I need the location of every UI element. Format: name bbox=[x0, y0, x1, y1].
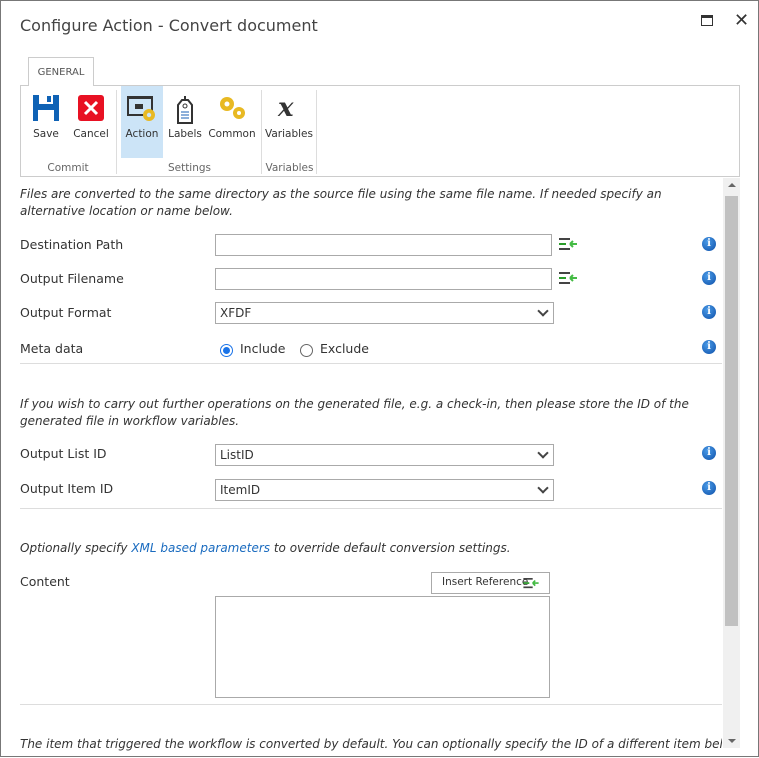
meta-data-label: Meta data bbox=[20, 341, 84, 356]
dialog-title: Configure Action - Convert document bbox=[20, 16, 318, 35]
variables-button[interactable]: x Variables bbox=[265, 86, 313, 158]
output-list-id-select[interactable]: ListID bbox=[215, 444, 554, 466]
dialog-window: Configure Action - Convert document ✕ GE… bbox=[0, 0, 759, 757]
insert-reference-button[interactable]: Insert Reference bbox=[431, 572, 550, 594]
info-icon[interactable]: i bbox=[702, 237, 716, 251]
destination-path-input[interactable] bbox=[215, 234, 552, 256]
vertical-scrollbar[interactable] bbox=[723, 178, 740, 748]
note-text: to override default conversion settings. bbox=[270, 541, 511, 555]
labels-button[interactable]: Labels bbox=[167, 86, 203, 158]
info-icon[interactable]: i bbox=[702, 340, 716, 354]
include-label: Include bbox=[240, 341, 286, 356]
info-icon[interactable]: i bbox=[702, 305, 716, 319]
info-note: The item that triggered the workflow is … bbox=[20, 737, 722, 751]
action-button[interactable]: Action bbox=[121, 86, 163, 158]
output-list-id-label: Output List ID bbox=[20, 446, 107, 461]
tag-icon bbox=[177, 96, 193, 124]
button-label: Insert Reference bbox=[442, 576, 529, 588]
insert-reference-icon bbox=[523, 578, 539, 589]
action-icon bbox=[127, 96, 155, 121]
divider bbox=[316, 90, 317, 174]
cancel-icon bbox=[78, 95, 104, 121]
destination-path-label: Destination Path bbox=[20, 237, 124, 252]
exclude-label: Exclude bbox=[320, 341, 369, 356]
ribbon: Save Cancel Commit Action Labels Common … bbox=[20, 85, 740, 177]
info-icon[interactable]: i bbox=[702, 271, 716, 285]
selected-value: ListID bbox=[220, 448, 254, 462]
output-item-id-label: Output Item ID bbox=[20, 481, 114, 496]
variable-x-icon: x bbox=[277, 95, 294, 121]
include-radio[interactable] bbox=[220, 344, 233, 357]
divider bbox=[20, 363, 722, 364]
cancel-button[interactable]: Cancel bbox=[71, 86, 111, 158]
selected-value: XFDF bbox=[220, 306, 252, 320]
save-button[interactable]: Save bbox=[27, 86, 65, 158]
common-button[interactable]: Common bbox=[208, 86, 256, 158]
scroll-up-icon[interactable] bbox=[728, 183, 736, 187]
output-format-select[interactable]: XFDF bbox=[215, 302, 554, 324]
exclude-radio[interactable] bbox=[300, 344, 313, 357]
group-commit: Commit bbox=[47, 162, 89, 174]
info-note: Files are converted to the same director… bbox=[20, 187, 662, 218]
scroll-down-icon[interactable] bbox=[728, 739, 736, 743]
note-text: Optionally specify bbox=[20, 541, 132, 555]
maximize-icon[interactable] bbox=[701, 15, 713, 26]
selected-value: ItemID bbox=[220, 483, 261, 497]
divider bbox=[20, 704, 722, 705]
output-item-id-select[interactable]: ItemID bbox=[215, 479, 554, 501]
output-filename-label: Output Filename bbox=[20, 271, 124, 286]
info-note: Optionally specify XML based parameters … bbox=[20, 540, 511, 557]
content-textarea[interactable] bbox=[215, 596, 550, 698]
group-settings: Settings bbox=[167, 162, 212, 174]
gears-icon bbox=[220, 97, 245, 119]
info-icon[interactable]: i bbox=[702, 481, 716, 495]
output-format-label: Output Format bbox=[20, 305, 112, 320]
save-icon bbox=[33, 95, 59, 121]
tab-general[interactable]: GENERAL bbox=[28, 57, 94, 86]
group-variables: Variables bbox=[265, 162, 314, 174]
xml-parameters-link[interactable]: XML based parameters bbox=[131, 541, 270, 555]
divider bbox=[20, 508, 722, 509]
info-icon[interactable]: i bbox=[702, 446, 716, 460]
form-content: Files are converted to the same director… bbox=[20, 178, 722, 758]
insert-reference-icon[interactable] bbox=[559, 272, 577, 285]
svg-text:x: x bbox=[277, 95, 294, 121]
close-icon[interactable]: ✕ bbox=[734, 10, 749, 31]
output-filename-input[interactable] bbox=[215, 268, 552, 290]
insert-reference-icon[interactable] bbox=[559, 238, 577, 251]
content-label: Content bbox=[20, 574, 70, 589]
info-note: If you wish to carry out further operati… bbox=[20, 397, 689, 428]
scrollbar-thumb[interactable] bbox=[725, 196, 738, 626]
